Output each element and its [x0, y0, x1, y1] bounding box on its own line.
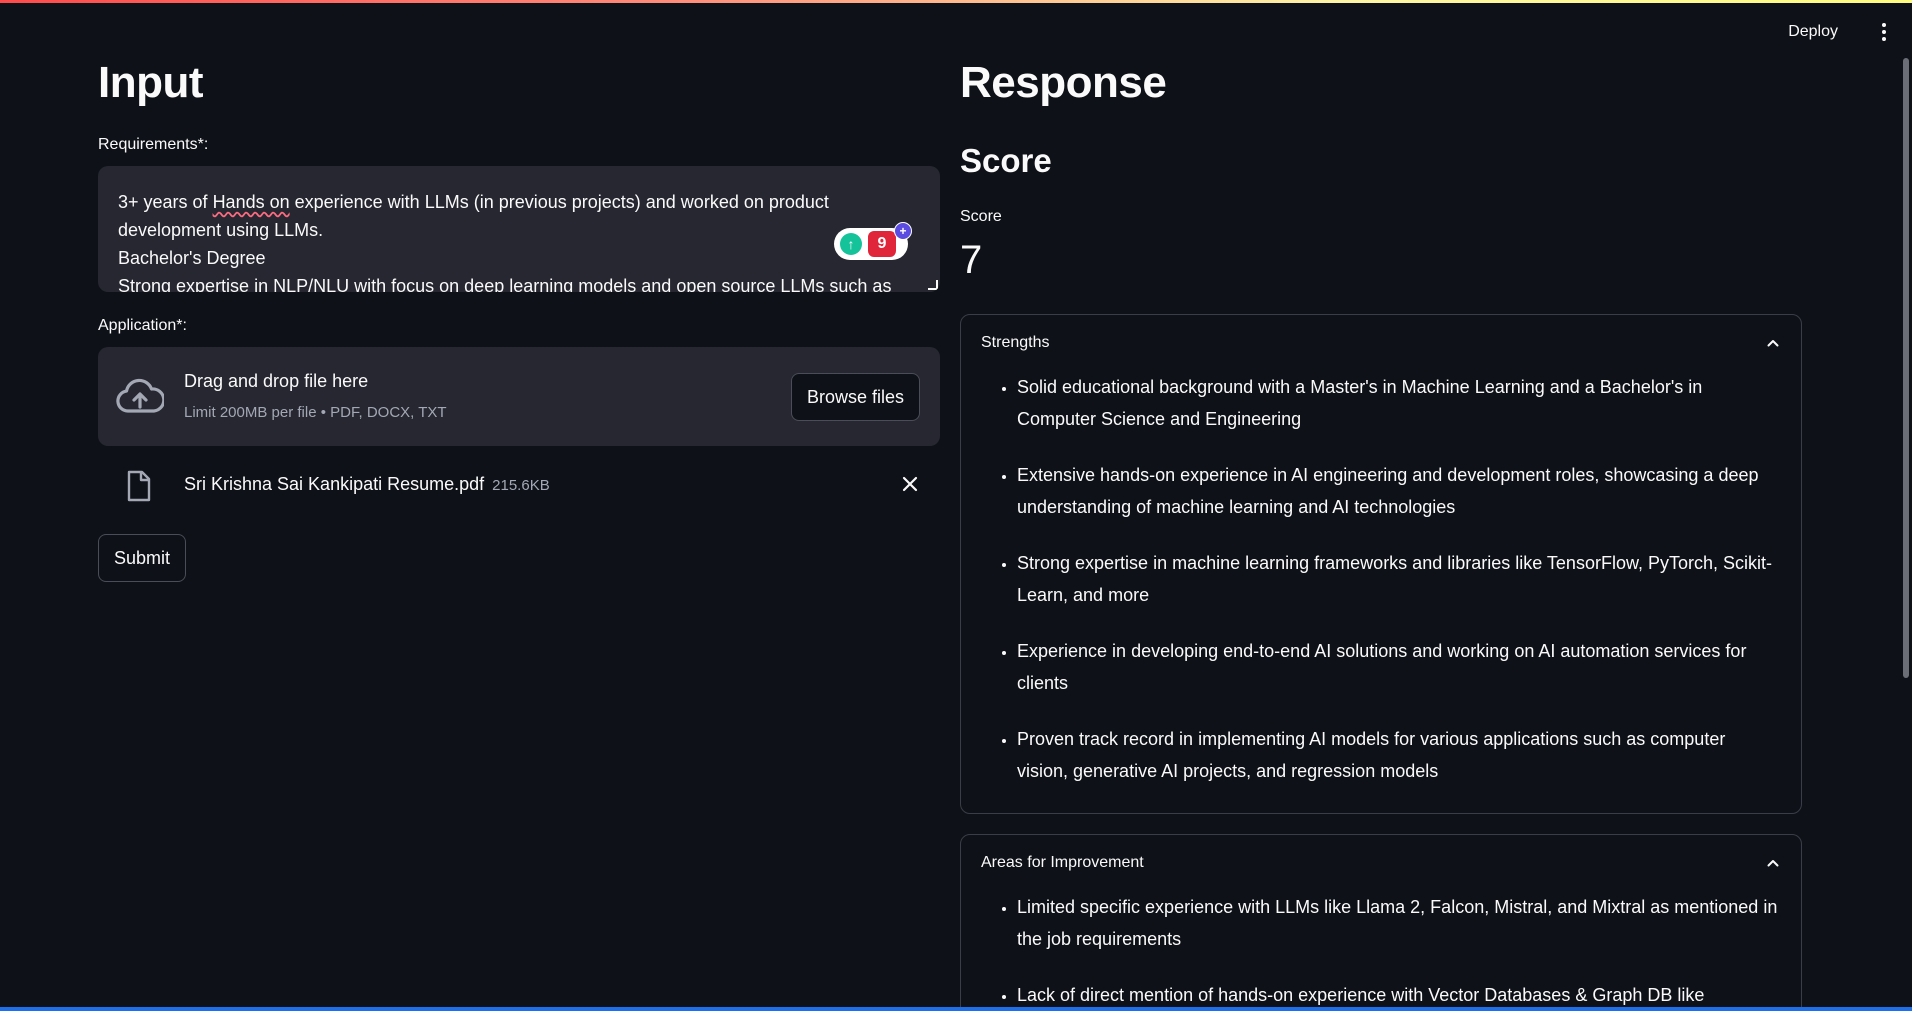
- improvement-expander-header[interactable]: Areas for Improvement: [961, 835, 1801, 891]
- resize-handle-icon[interactable]: [928, 280, 938, 290]
- chevron-up-icon: [1767, 860, 1779, 867]
- header-actions: Deploy: [1776, 14, 1912, 50]
- improvement-expander: Areas for Improvement Limited specific e…: [960, 834, 1802, 1011]
- list-item: Extensive hands-on experience in AI engi…: [1017, 459, 1781, 523]
- requirements-text: Strong expertise in NLP/NLU with focus o…: [118, 276, 892, 292]
- requirements-label: Requirements*:: [98, 136, 209, 153]
- dropzone-subtitle: Limit 200MB per file • PDF, DOCX, TXT: [184, 404, 447, 421]
- file-size: 215.6KB: [492, 477, 550, 494]
- list-item: Strong expertise in machine learning fra…: [1017, 547, 1781, 611]
- strengths-list: Solid educational background with a Mast…: [961, 371, 1801, 787]
- list-item: Solid educational background with a Mast…: [1017, 371, 1781, 435]
- file-name-text: Sri Krishna Sai Kankipati Resume.pdf: [184, 474, 485, 494]
- requirements-textarea[interactable]: 3+ years of Hands on experience with LLM…: [98, 166, 940, 292]
- grammarly-upload-icon: ↑: [840, 233, 862, 255]
- cloud-upload-icon: [116, 378, 164, 413]
- menu-icon[interactable]: [1870, 14, 1898, 50]
- list-item: Experience in developing end-to-end AI s…: [1017, 635, 1781, 699]
- application-label: Application*:: [98, 317, 187, 334]
- score-metric-label: Score: [960, 208, 1002, 225]
- response-title: Response: [960, 58, 1167, 107]
- grammarly-plus-icon: +: [894, 222, 912, 240]
- file-name: Sri Krishna Sai Kankipati Resume.pdf 215.…: [184, 474, 550, 495]
- file-dropzone[interactable]: Drag and drop file here Limit 200MB per …: [98, 347, 940, 446]
- deploy-button[interactable]: Deploy: [1776, 17, 1850, 47]
- top-decoration-bar: [0, 0, 1912, 3]
- submit-button[interactable]: Submit: [98, 534, 187, 582]
- close-icon[interactable]: [900, 474, 920, 494]
- strengths-expander-header[interactable]: Strengths: [961, 315, 1801, 371]
- requirements-text: Bachelor's Degree: [118, 248, 266, 268]
- bottom-edge: [0, 1007, 1912, 1011]
- chevron-up-icon: [1767, 340, 1779, 347]
- list-item: Proven track record in implementing AI m…: [1017, 723, 1781, 787]
- list-item: Limited specific experience with LLMs li…: [1017, 891, 1781, 955]
- score-metric-value: 7: [960, 238, 983, 282]
- browse-files-button[interactable]: Browse files: [790, 373, 920, 421]
- page-scrollbar[interactable]: [1903, 58, 1909, 678]
- input-title: Input: [98, 58, 204, 107]
- uploaded-file-row: Sri Krishna Sai Kankipati Resume.pdf 215.…: [98, 462, 940, 506]
- file-icon: [127, 470, 151, 502]
- grammarly-count-badge: 9: [868, 231, 896, 257]
- requirements-text-misspelled: Hands on: [212, 192, 290, 212]
- requirements-text: 3+ years of: [118, 192, 213, 212]
- score-heading: Score: [960, 142, 1052, 179]
- improvement-title: Areas for Improvement: [981, 854, 1144, 871]
- strengths-expander: Strengths Solid educational background w…: [960, 314, 1802, 814]
- strengths-title: Strengths: [981, 334, 1050, 351]
- app-window: Deploy Input Requirements*: 3+ years of …: [0, 0, 1912, 1011]
- grammarly-icon[interactable]: ↑ 9 +: [834, 222, 912, 260]
- improvement-list: Limited specific experience with LLMs li…: [961, 891, 1801, 1011]
- dropzone-title: Drag and drop file here: [184, 371, 369, 391]
